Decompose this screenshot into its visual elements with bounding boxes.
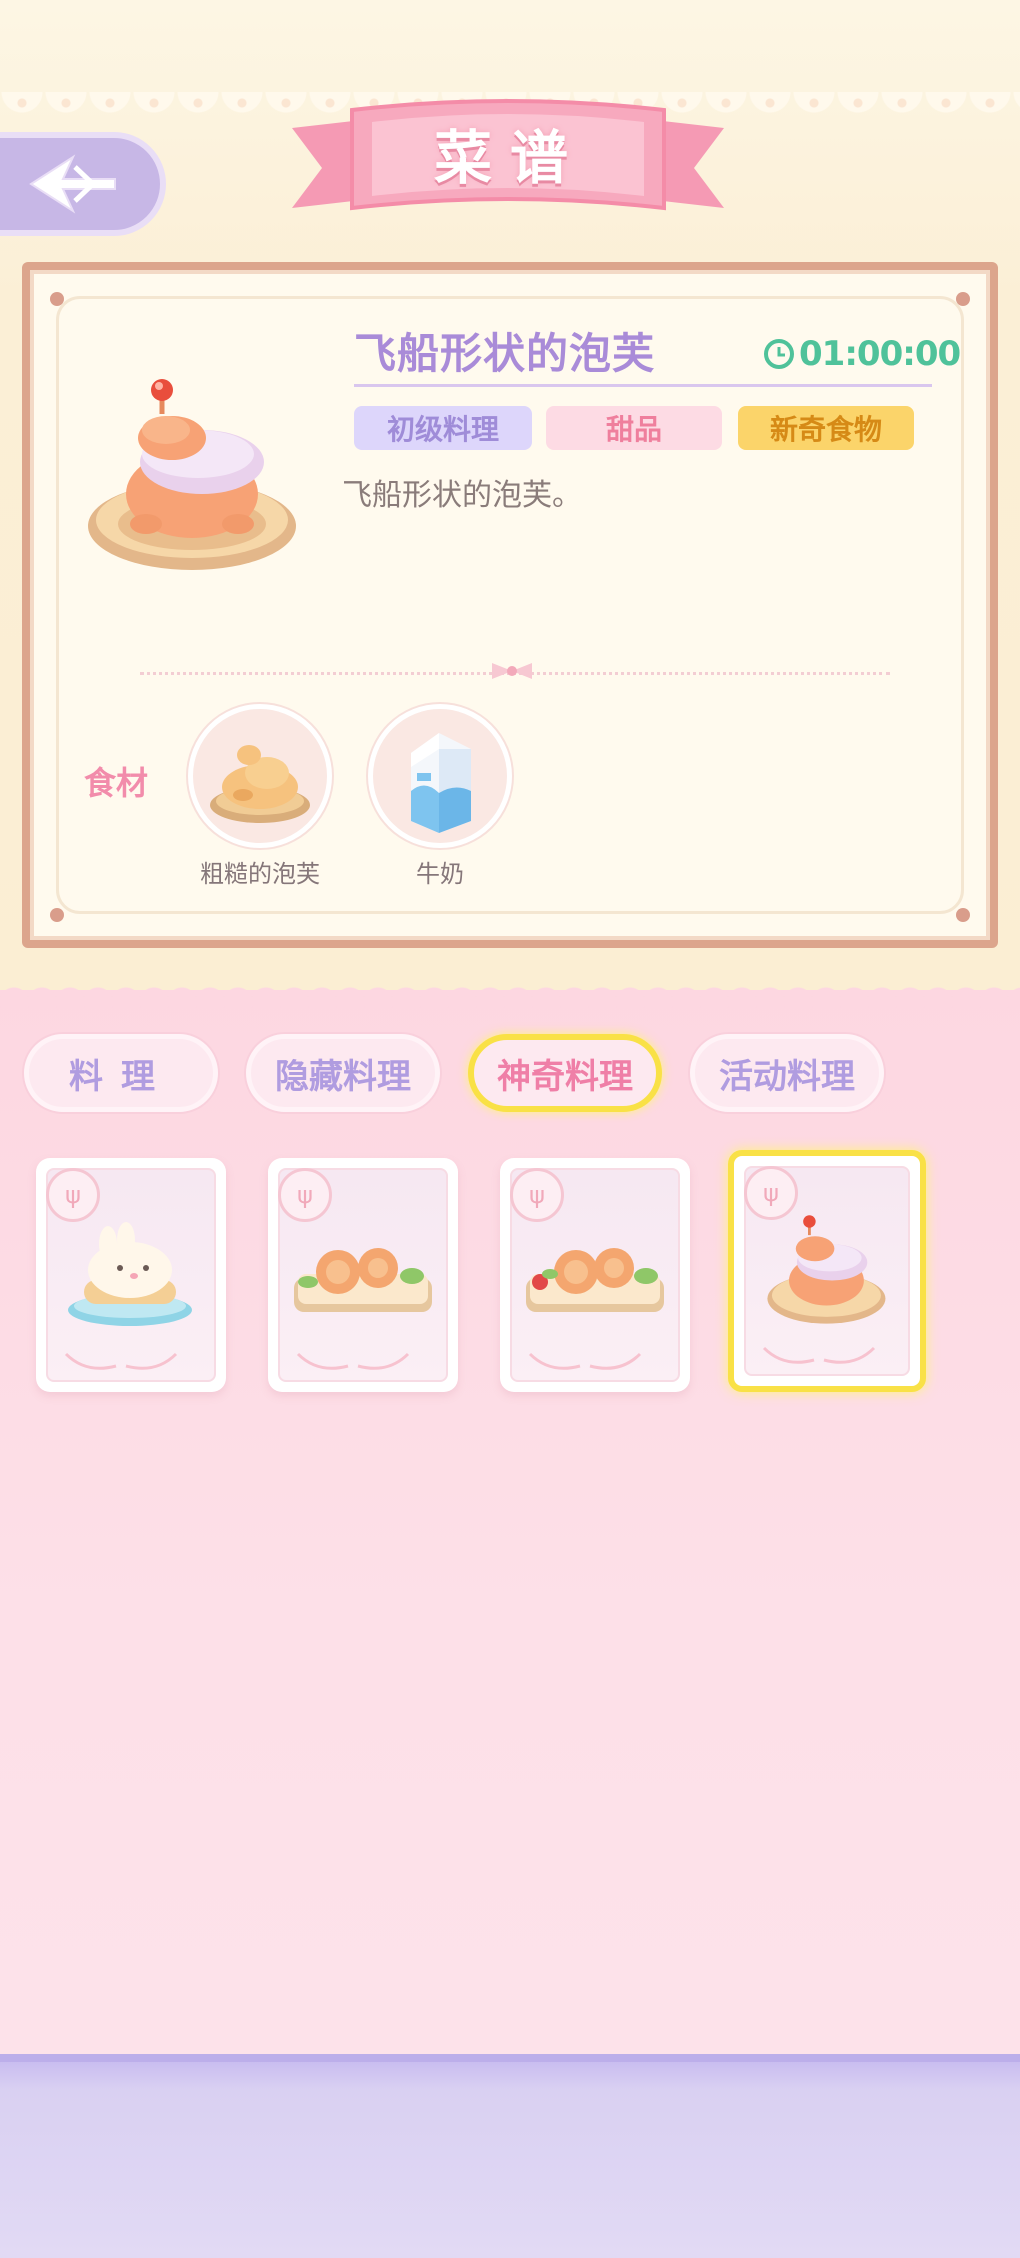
corner-rivet [50,292,64,306]
recipe-slot-selected[interactable]: ψ [728,1150,926,1392]
recipe-slot[interactable]: ψ [500,1158,690,1392]
spaceship-puff-icon [88,379,296,570]
recipe-description: 飞船形状的泡芙。 [342,478,582,513]
bow-icon [492,663,532,679]
bunny-pancake-icon [68,1222,192,1326]
wreath-decoration [64,1352,178,1370]
bottom-bar [0,2054,1020,2258]
clock-icon [764,339,794,369]
name-underline [354,384,932,387]
milk-carton-icon [411,733,471,833]
tab-magic-cooking[interactable]: 神奇料理 [468,1034,662,1112]
timer-text: 01:00:00 [799,334,961,374]
tag-category: 甜品 [546,406,722,450]
ingredients-label: 食材 [84,764,149,802]
recipe-slot[interactable]: ψ [36,1158,226,1392]
ingredient-milk[interactable] [368,704,512,848]
cook-timer: 01:00:00 [763,334,961,374]
rolls-plate-icon [294,1248,432,1312]
ingredient-rough-puff[interactable] [188,704,332,848]
tag-type: 新奇食物 [738,406,914,450]
utensil-icon: ψ [278,1168,332,1222]
tab-cooking[interactable]: 料理 [24,1034,218,1112]
back-button[interactable] [0,132,166,236]
tag-level: 初级料理 [354,406,532,450]
page-title: 菜谱 [433,124,586,192]
wreath-decoration [528,1352,642,1370]
lace-border-bottom [0,978,1020,1008]
corner-rivet [50,908,64,922]
wreath-decoration [762,1346,876,1364]
corner-rivet [956,292,970,306]
rough-puff-icon [210,745,310,823]
ingredient-name: 粗糙的泡芙 [200,860,320,888]
rolls-plate-berry-icon [526,1248,664,1312]
tab-hidden-cooking[interactable]: 隐藏料理 [246,1034,440,1112]
spaceship-puff-icon [767,1215,886,1324]
wreath-decoration [296,1352,410,1370]
recipe-slot[interactable]: ψ [268,1158,458,1392]
back-arrow-icon [29,154,116,214]
utensil-icon: ψ [510,1168,564,1222]
utensil-icon: ψ [46,1168,100,1222]
ingredient-name: 牛奶 [416,860,464,888]
tab-event-cooking[interactable]: 活动料理 [690,1034,884,1112]
recipe-name: 飞船形状的泡芙 [354,329,656,378]
corner-rivet [956,908,970,922]
